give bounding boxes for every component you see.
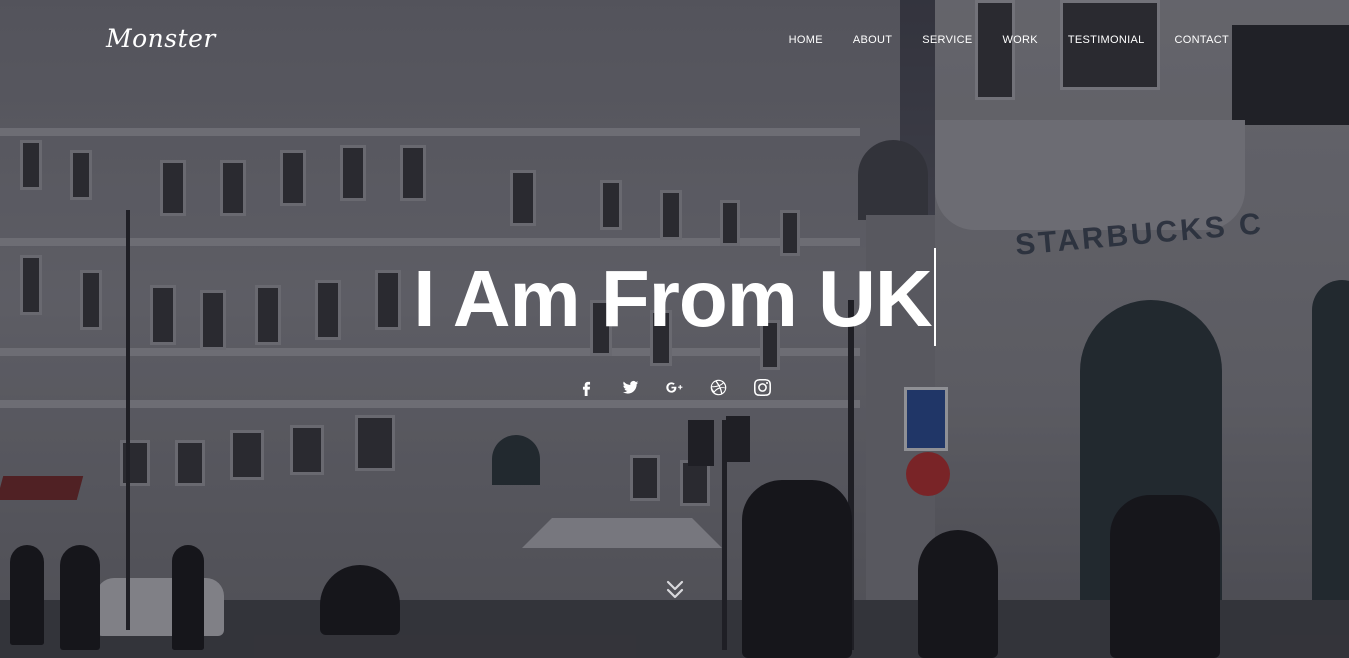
typing-cursor: [933, 248, 936, 346]
hero: I Am From UK: [0, 248, 1349, 346]
instagram-icon[interactable]: [751, 376, 775, 398]
google-plus-icon[interactable]: [663, 376, 687, 398]
chevrons-down-icon[interactable]: [664, 577, 686, 601]
nav-item-service[interactable]: SERVICE: [907, 33, 987, 47]
nav-item-testimonial[interactable]: TESTIMONIAL: [1053, 33, 1160, 47]
nav-item-home[interactable]: HOME: [774, 33, 838, 47]
facebook-icon[interactable]: [575, 376, 599, 398]
twitter-icon[interactable]: [619, 376, 643, 398]
social-links: [0, 376, 1349, 398]
nav-item-about[interactable]: ABOUT: [838, 33, 907, 47]
nav-item-contact[interactable]: CONTACT: [1160, 33, 1229, 47]
dribbble-icon[interactable]: [707, 376, 731, 398]
hero-headline: I Am From UK: [413, 254, 932, 343]
main-nav: HOME ABOUT SERVICE WORK TESTIMONIAL CONT…: [774, 33, 1229, 47]
nav-item-work[interactable]: WORK: [987, 33, 1052, 47]
brand-logo[interactable]: Monster: [106, 24, 216, 53]
